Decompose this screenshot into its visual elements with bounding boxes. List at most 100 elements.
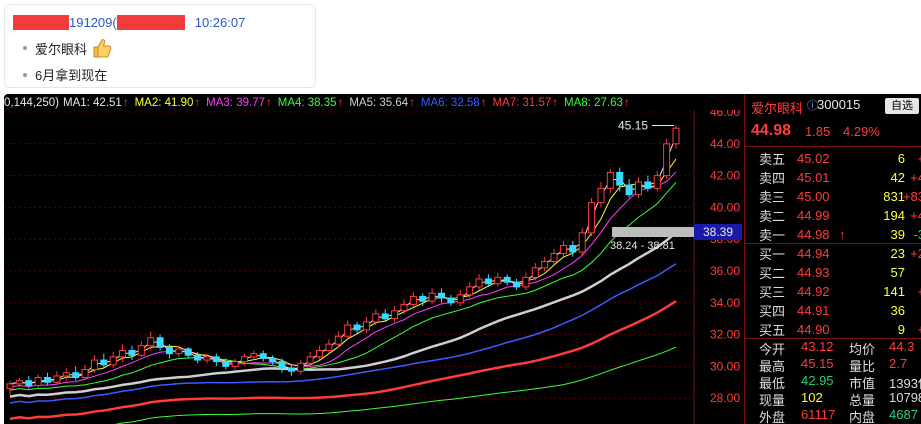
candle-body [428, 292, 436, 302]
candle-body [663, 143, 671, 177]
stat-value: 4687 [889, 407, 918, 422]
asks-volume: 42 [890, 170, 905, 185]
candle-body [353, 324, 361, 331]
post-time: 10:26:07 [194, 14, 246, 30]
candle-body [109, 356, 117, 366]
bids-change: + [917, 284, 921, 299]
candle-body [466, 286, 474, 296]
y-tick-label: 40.00 [710, 200, 740, 214]
candle-body [34, 377, 42, 386]
candle-body [456, 294, 464, 304]
asks-label: 卖四 [759, 171, 786, 186]
bids-price: 44.91 [797, 303, 830, 318]
price-band [612, 226, 694, 237]
asks-label: 卖三 [759, 190, 786, 205]
candle-body [90, 359, 98, 371]
stat-value: 102 [801, 390, 823, 405]
stat-row: 外盘 61117 内盘 4687 [745, 407, 921, 424]
asks-row[interactable]: 卖四 45.01 42 +4 [745, 168, 921, 187]
candle-body [381, 313, 389, 320]
asks-label: 卖五 [759, 152, 786, 167]
asks-change: + [917, 151, 921, 166]
candle-body [53, 375, 61, 383]
divider [745, 146, 921, 147]
add-watchlist-button[interactable]: 自选 [885, 98, 919, 114]
up-arrow-icon: ↑ [337, 97, 344, 109]
asks-change: +4 [910, 170, 921, 185]
bids-volume: 36 [890, 303, 905, 318]
post-line-text: 爱尔眼科 [35, 41, 88, 57]
candle-body [447, 297, 455, 304]
bids-volume: 57 [890, 265, 905, 280]
candle-body [644, 181, 652, 189]
bids-price: 44.90 [797, 322, 830, 337]
ma-label-4: MA4: 38.35 [277, 97, 337, 109]
quote-panel: 爱尔眼科 ⓘ 300015 自选 44.98 1.85 4.29% 卖五 45.0… [745, 94, 921, 424]
y-tick-label: 28.00 [710, 391, 740, 405]
bids-row[interactable]: 买二 44.93 57 [745, 263, 921, 282]
candle-body [541, 260, 549, 269]
candle-body [513, 281, 521, 288]
candle-body [475, 278, 483, 288]
bids-row[interactable]: 买四 44.91 36 [745, 301, 921, 320]
candle-body [222, 361, 230, 367]
asks-row[interactable]: 卖五 45.02 6 + [745, 149, 921, 168]
asks-price: 45.01 [797, 170, 830, 185]
ma-label-7: MA7: 31.57 [492, 97, 552, 109]
volume-readout: 0,144,250) [4, 97, 59, 109]
stat-label: 内盘 [849, 410, 876, 424]
y-tick-label: 36.00 [710, 264, 740, 278]
candle-body [625, 184, 633, 196]
stat-value: 61117 [801, 407, 836, 422]
y-tick-label: 46.00 [710, 110, 740, 119]
up-arrow-icon: ↑ [194, 97, 201, 109]
stock-terminal: 0,144,250) MA1: 42.51 ↑ MA2: 41.90 ↑ MA3: 39… [4, 94, 921, 424]
asks-change: -3 [913, 227, 921, 242]
candle-body [531, 267, 539, 278]
post-code: 191209( [69, 14, 117, 30]
bids-row[interactable]: 买三 44.92 141 + [745, 282, 921, 301]
candle-body [278, 361, 286, 369]
bids-price: 44.94 [797, 246, 830, 261]
candle-body [194, 354, 202, 361]
candle-body [175, 348, 183, 355]
ma6-line [9, 263, 677, 404]
bids-row[interactable]: 买一 44.94 23 +2 [745, 244, 921, 263]
candlestick-chart[interactable]: 46.0044.0042.0040.0038.0036.0034.0032.00… [4, 110, 744, 424]
candle-body [400, 303, 408, 312]
candle-body [616, 171, 624, 186]
redacted-name [13, 14, 69, 30]
candle-body [259, 353, 267, 359]
bids-change: + [917, 322, 921, 337]
candle-body [362, 321, 370, 331]
candle-body [184, 348, 192, 356]
bids-label: 买五 [759, 323, 786, 338]
asks-row[interactable]: 卖三 45.00 831+83 [745, 187, 921, 206]
up-arrow-icon: ↑ [623, 97, 630, 109]
bids-label: 买四 [759, 304, 786, 319]
candle-body [419, 295, 427, 302]
asks-row[interactable]: 卖二 44.99 194 +4 [745, 206, 921, 225]
candle-body [588, 202, 596, 234]
candle-body [559, 245, 567, 255]
asks-row[interactable]: 卖一 44.98 ↑ 39 -3 [745, 225, 921, 244]
bids-volume: 9 [897, 322, 905, 337]
candle-body [550, 253, 558, 262]
candle-body [578, 232, 586, 253]
post-card: 191209( 10:26:07 爱尔眼科 6月拿到现在 [4, 4, 316, 88]
up-arrow-icon: ↑ [265, 97, 272, 109]
candle-body [15, 380, 23, 385]
candle-body [147, 337, 155, 347]
candle-body [569, 245, 577, 253]
up-arrow-icon: ↑ [552, 97, 559, 109]
bids-change: +2 [910, 246, 921, 261]
candle-body [119, 350, 127, 358]
stat-value: 43.12 [801, 339, 834, 354]
candle-body [269, 357, 277, 363]
candle-body [231, 361, 239, 367]
y-tick-label: 32.00 [710, 328, 740, 342]
asks-label: 卖一 [759, 228, 786, 243]
bids-row[interactable]: 买五 44.90 9 + [745, 320, 921, 339]
stat-value: 45.15 [801, 356, 834, 371]
bids-volume: 23 [890, 246, 905, 261]
